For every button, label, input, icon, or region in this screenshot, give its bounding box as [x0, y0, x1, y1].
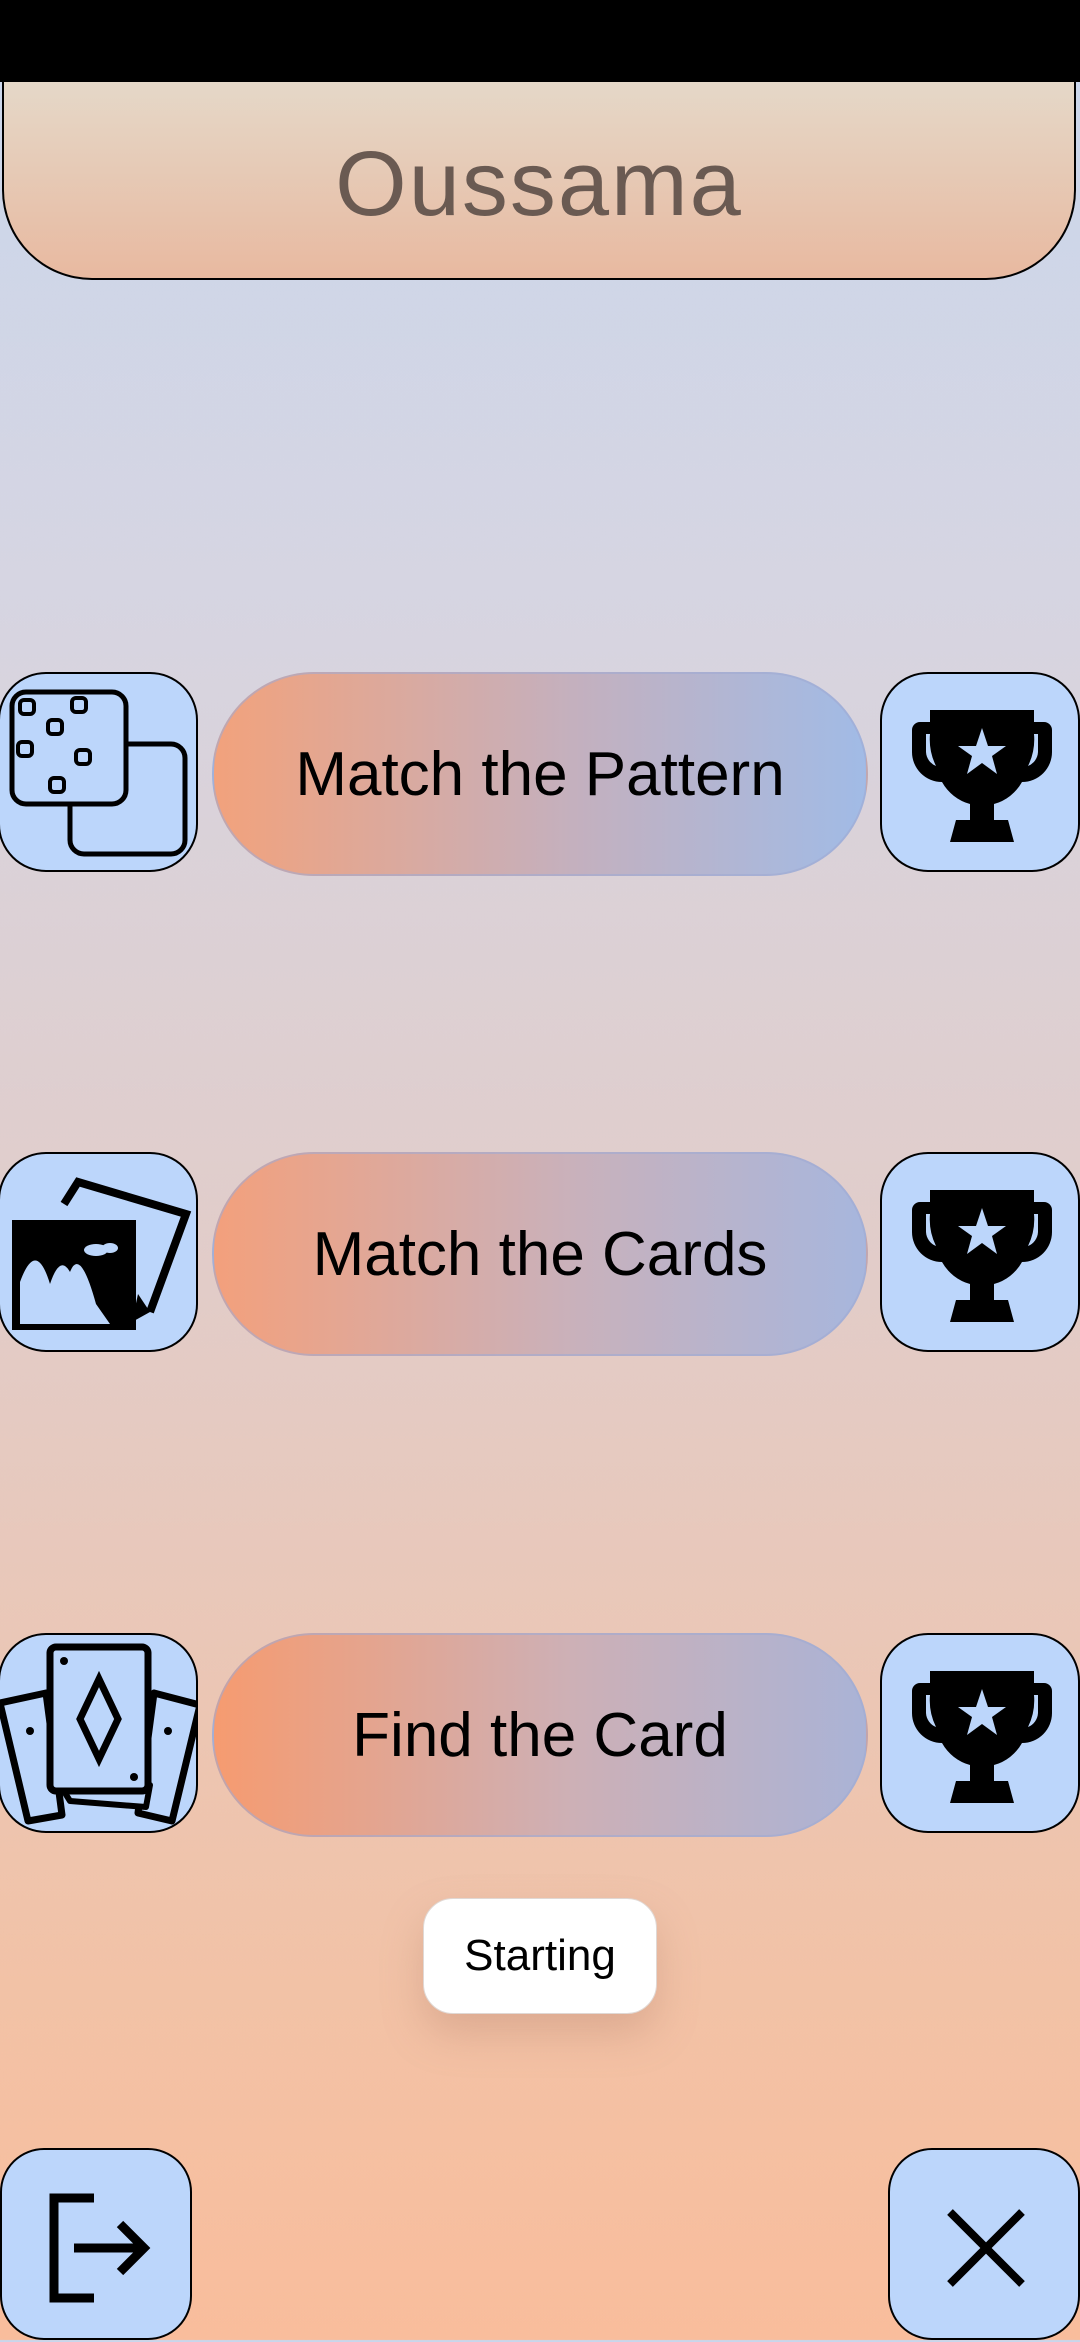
trophy-icon[interactable]	[880, 1633, 1080, 1833]
playing-cards-icon[interactable]	[0, 1633, 198, 1833]
close-icon	[947, 2209, 1025, 2287]
status-bar	[0, 0, 1080, 82]
match-the-pattern-button[interactable]: Match the Pattern	[212, 672, 868, 876]
picture-cards-icon[interactable]	[0, 1152, 198, 1352]
starting-toast: Starting	[423, 1898, 657, 2014]
toast-text: Starting	[464, 1931, 616, 1980]
game-label: Match the Cards	[312, 1219, 768, 1289]
pattern-dice-icon[interactable]	[0, 672, 198, 872]
header-bar: Oussama	[2, 82, 1076, 280]
game-label: Find the Card	[352, 1700, 728, 1770]
page-title: Oussama	[335, 133, 743, 235]
find-the-card-button[interactable]: Find the Card	[212, 1633, 868, 1837]
trophy-icon[interactable]	[880, 1152, 1080, 1352]
match-the-cards-button[interactable]: Match the Cards	[212, 1152, 868, 1356]
trophy-icon[interactable]	[880, 672, 1080, 872]
logout-button[interactable]	[0, 2148, 192, 2340]
game-label: Match the Pattern	[295, 739, 785, 809]
close-button[interactable]	[888, 2148, 1080, 2340]
logout-icon	[49, 2193, 151, 2303]
